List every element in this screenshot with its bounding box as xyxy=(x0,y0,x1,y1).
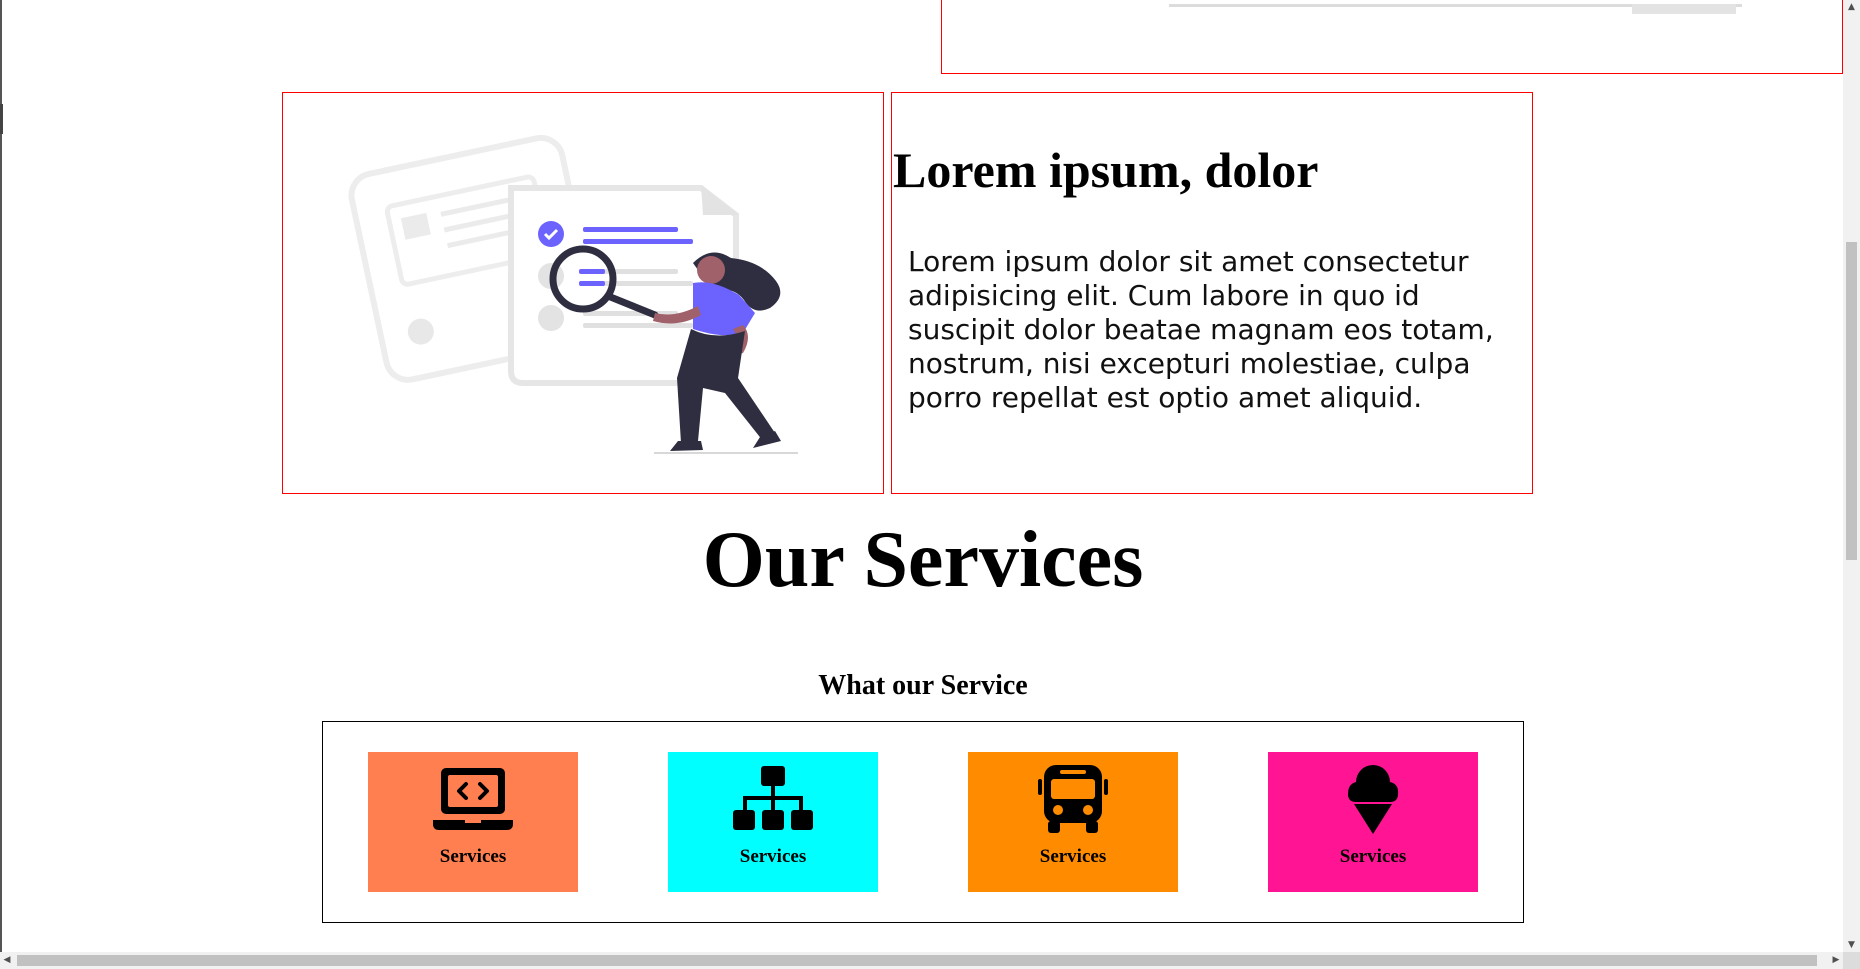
service-card-1[interactable]: Services xyxy=(368,752,578,892)
top-box-tab-indicator xyxy=(1632,4,1736,14)
sitemap-icon xyxy=(732,764,814,834)
top-content-box xyxy=(941,0,1843,74)
top-box-tab-bar xyxy=(1169,4,1742,14)
scroll-up-arrow-icon[interactable]: ▲ xyxy=(1843,0,1860,14)
services-container: Services Services Services Services xyxy=(322,721,1524,923)
vertical-scrollbar-thumb[interactable] xyxy=(1846,242,1857,560)
window-left-edge-mark xyxy=(0,104,3,134)
horizontal-scrollbar-thumb[interactable] xyxy=(17,955,1817,966)
horizontal-scrollbar[interactable]: ◀ ▶ xyxy=(0,952,1843,969)
services-subtitle: What our Service xyxy=(818,670,1028,701)
laptop-code-icon xyxy=(432,764,514,834)
service-card-3-label: Services xyxy=(1039,846,1107,867)
scroll-right-arrow-icon[interactable]: ▶ xyxy=(1829,952,1843,969)
service-card-4-label: Services xyxy=(1339,846,1407,867)
scroll-left-arrow-icon[interactable]: ◀ xyxy=(0,952,14,969)
service-card-2[interactable]: Services xyxy=(668,752,878,892)
about-body-text: Lorem ipsum dolor sit amet consectetur a… xyxy=(908,245,1494,414)
scrollbar-corner xyxy=(1843,952,1860,969)
about-title: Lorem ipsum, dolor xyxy=(893,142,1319,198)
scroll-down-arrow-icon[interactable]: ▼ xyxy=(1843,938,1860,952)
service-card-1-label: Services xyxy=(439,846,507,867)
person-with-magnifier-illustration xyxy=(348,134,798,454)
about-image-box xyxy=(282,92,884,494)
ice-cream-icon xyxy=(1332,764,1414,834)
service-card-2-label: Services xyxy=(739,846,807,867)
bus-icon xyxy=(1032,764,1114,834)
vertical-scrollbar[interactable]: ▲ ▼ xyxy=(1843,0,1860,952)
about-text-box: Lorem ipsum, dolor Lorem ipsum dolor sit… xyxy=(891,92,1533,494)
service-card-4[interactable]: Services xyxy=(1268,752,1478,892)
services-title: Our Services xyxy=(702,516,1144,604)
window-left-edge xyxy=(0,0,2,969)
service-card-3[interactable]: Services xyxy=(968,752,1178,892)
page: Lorem ipsum, dolor Lorem ipsum dolor sit… xyxy=(0,0,1860,969)
